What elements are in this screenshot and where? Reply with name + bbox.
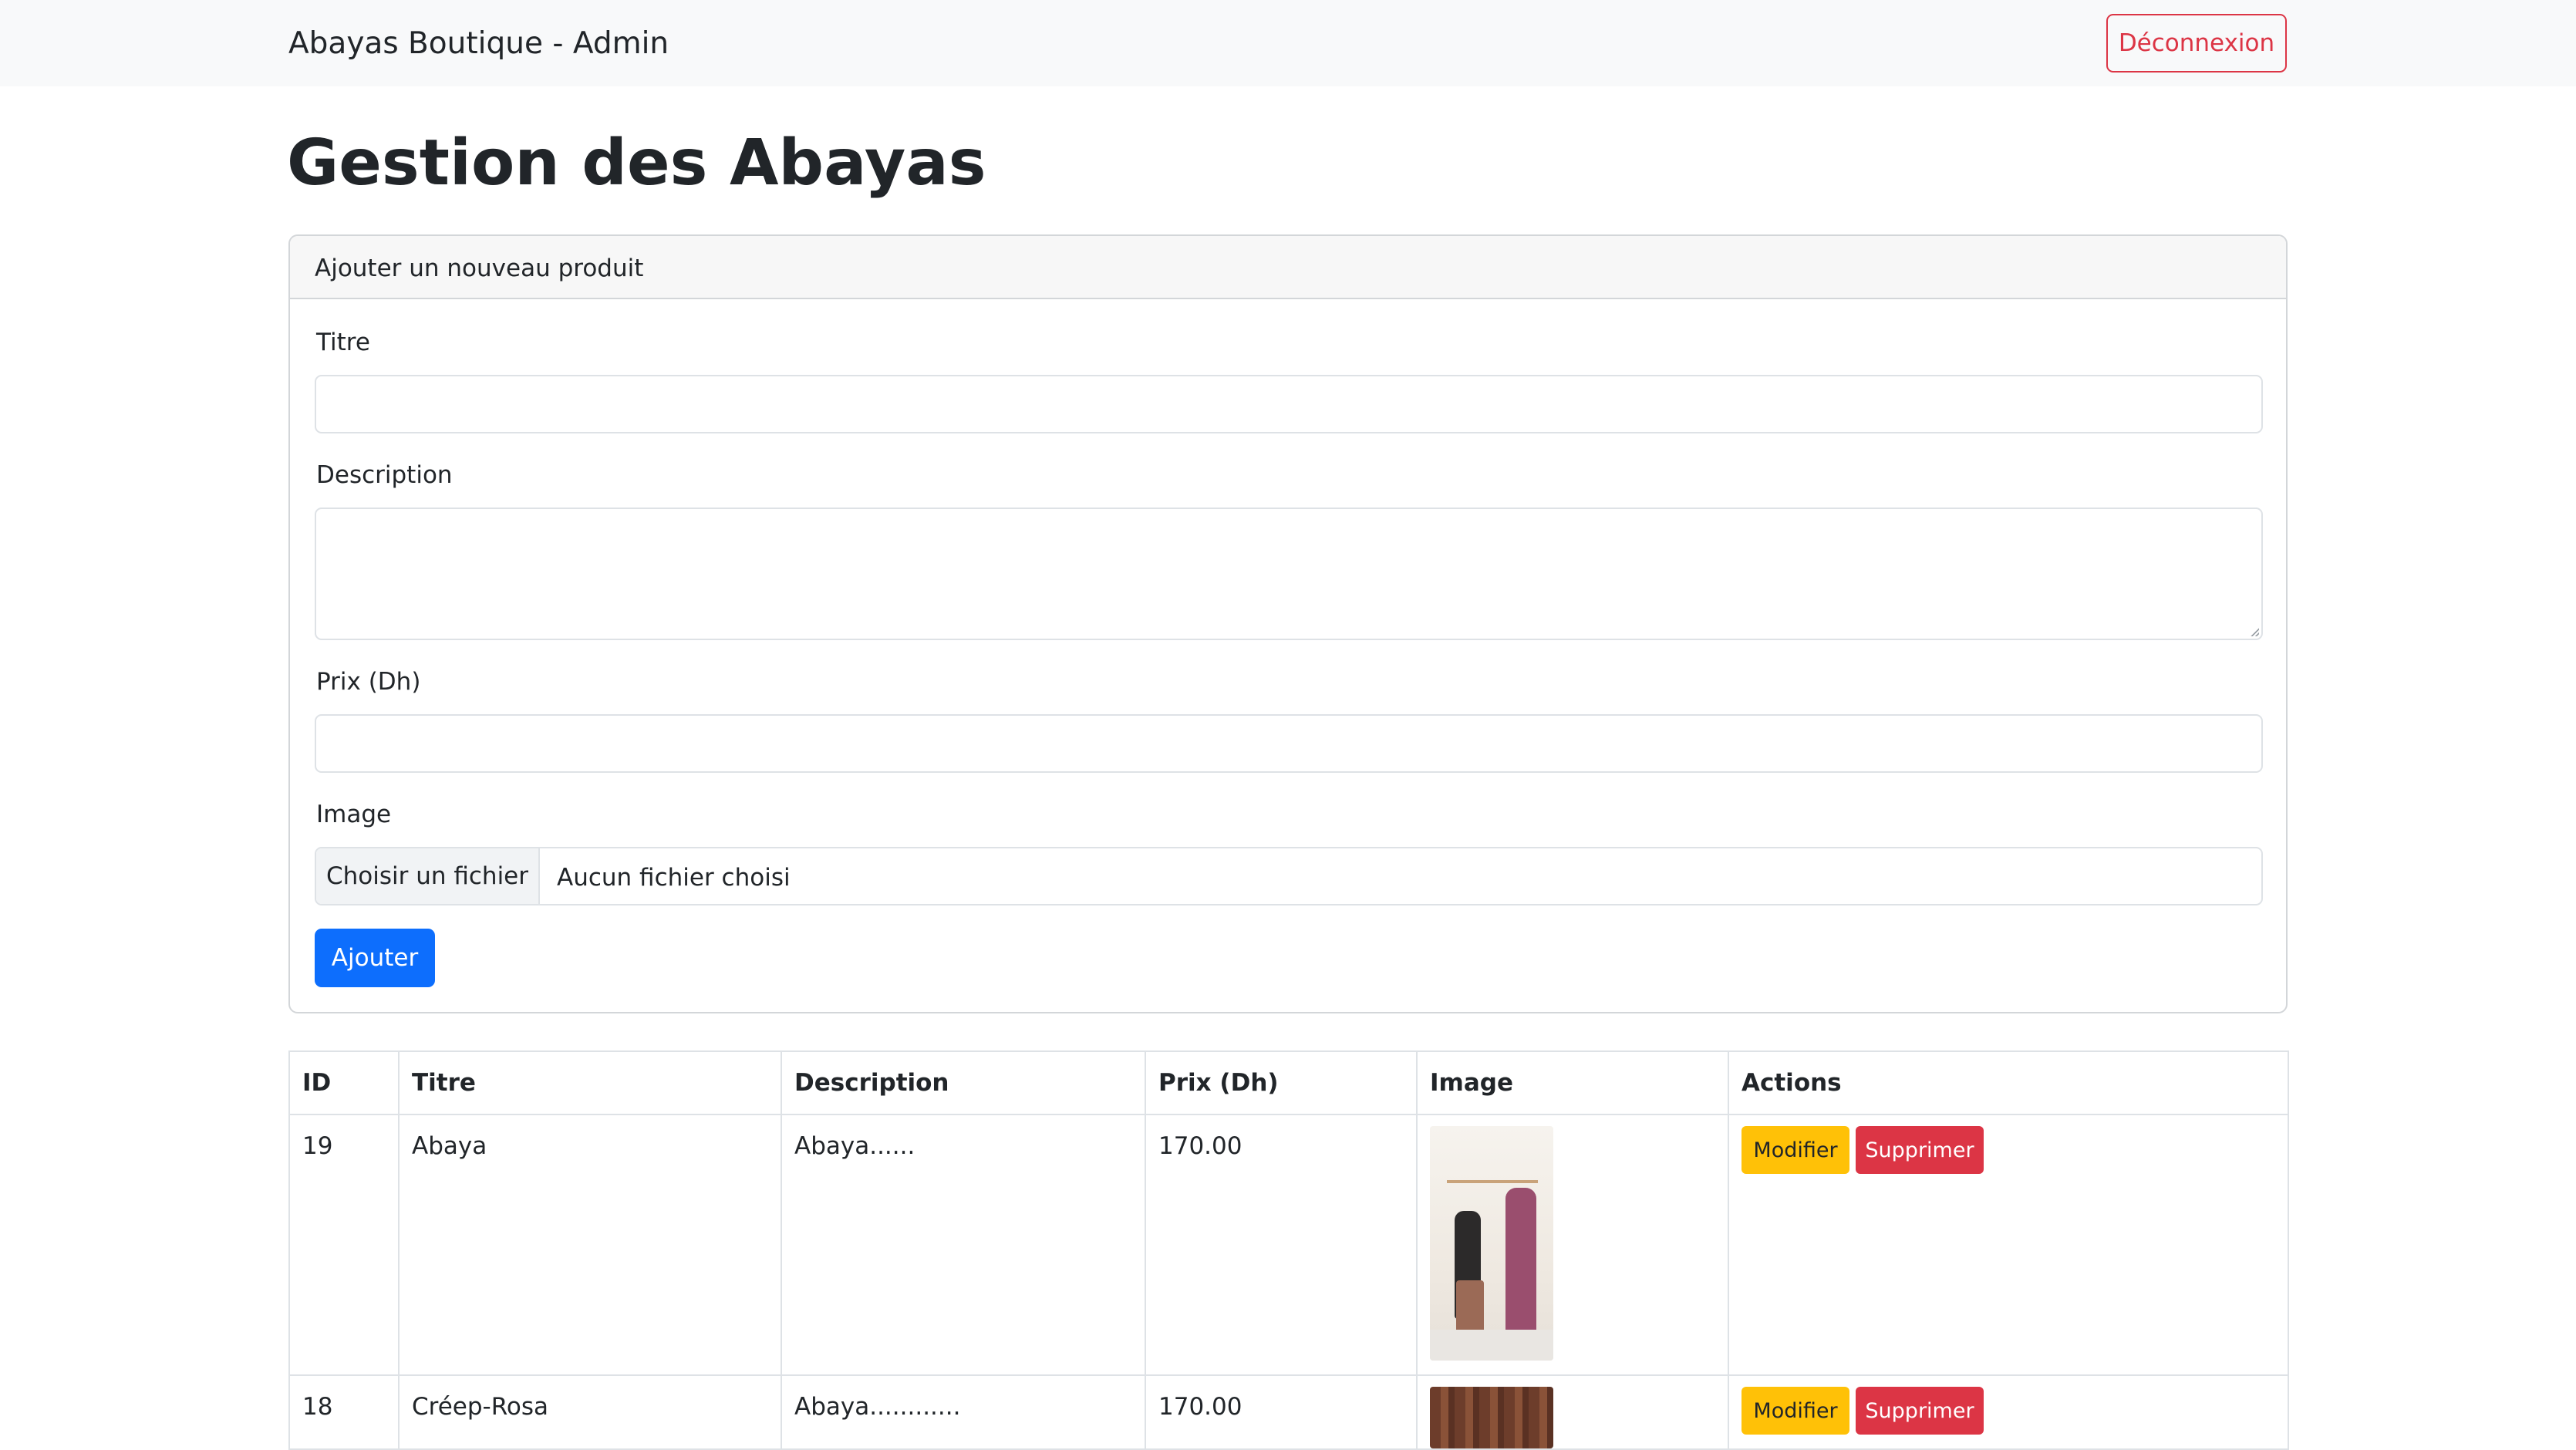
edit-button[interactable]: Modifier	[1741, 1126, 1849, 1174]
price-input[interactable]	[315, 714, 2263, 773]
add-button[interactable]: Ajouter	[315, 929, 435, 987]
title-label: Titre	[316, 329, 370, 356]
image-file-input[interactable]: Choisir un fichier Aucun fichier choisi	[315, 847, 2263, 905]
add-product-card: Ajouter un nouveau produit Titre Descrip…	[288, 234, 2288, 1013]
cell-actions: Modifier Supprimer	[1728, 1374, 2289, 1450]
column-header-prix: Prix (Dh)	[1145, 1050, 1418, 1115]
delete-button[interactable]: Supprimer	[1856, 1126, 1984, 1174]
product-image	[1430, 1387, 1553, 1448]
cell-titre: Abaya	[398, 1114, 782, 1376]
resize-handle-icon[interactable]	[2250, 627, 2259, 636]
products-table: ID Titre Description Prix (Dh) Image Act…	[288, 1050, 2289, 1450]
file-status: Aucun fichier choisi	[557, 864, 791, 892]
column-header-image: Image	[1416, 1050, 1729, 1115]
cell-id: 18	[288, 1374, 400, 1450]
title-input[interactable]	[315, 375, 2263, 433]
navbar-brand[interactable]: Abayas Boutique - Admin	[288, 23, 669, 65]
delete-button[interactable]: Supprimer	[1856, 1387, 1984, 1435]
table-header-row: ID Titre Description Prix (Dh) Image Act…	[288, 1050, 2289, 1115]
edit-button[interactable]: Modifier	[1741, 1387, 1849, 1435]
description-textarea[interactable]	[315, 508, 2263, 640]
cell-id: 19	[288, 1114, 400, 1376]
cell-titre: Créep-Rosa	[398, 1374, 782, 1450]
cell-description: Abaya............	[781, 1374, 1146, 1450]
table-row: 19 Abaya Abaya...... 170.00 Modifier Supp…	[288, 1114, 2289, 1376]
description-label: Description	[316, 461, 453, 489]
cell-actions: Modifier Supprimer	[1728, 1114, 2289, 1376]
logout-button[interactable]: Déconnexion	[2106, 14, 2287, 72]
choose-file-button[interactable]: Choisir un fichier	[316, 848, 540, 904]
cell-prix: 170.00	[1145, 1374, 1418, 1450]
card-header-title: Ajouter un nouveau produit	[315, 255, 644, 282]
column-header-id: ID	[288, 1050, 400, 1115]
image-label: Image	[316, 801, 392, 828]
navbar: Abayas Boutique - Admin Déconnexion	[0, 0, 2576, 86]
column-header-description: Description	[781, 1050, 1146, 1115]
cell-image	[1416, 1114, 1729, 1376]
card-header: Ajouter un nouveau produit	[290, 236, 2286, 299]
price-label: Prix (Dh)	[316, 668, 421, 696]
column-header-titre: Titre	[398, 1050, 782, 1115]
table-row: 18 Créep-Rosa Abaya............ 170.00 M…	[288, 1374, 2289, 1450]
cell-image	[1416, 1374, 1729, 1450]
page-title: Gestion des Abayas	[287, 126, 986, 200]
cell-description: Abaya......	[781, 1114, 1146, 1376]
column-header-actions: Actions	[1728, 1050, 2289, 1115]
product-image	[1430, 1126, 1553, 1361]
cell-prix: 170.00	[1145, 1114, 1418, 1376]
